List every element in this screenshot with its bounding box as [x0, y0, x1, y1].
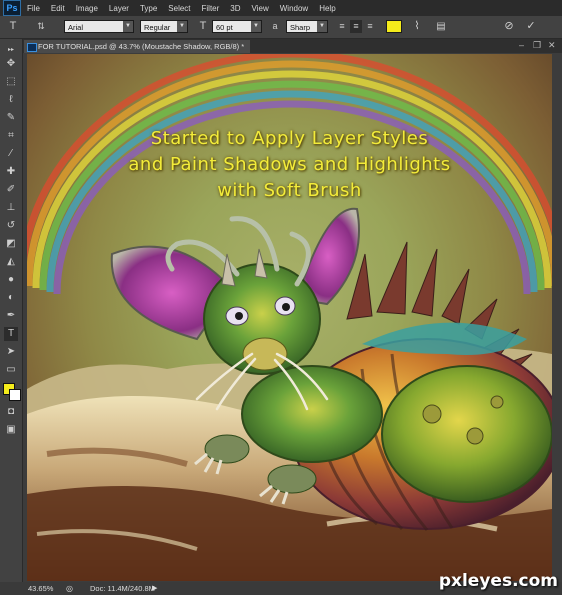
paint-bucket-tool-icon[interactable]: ◭	[4, 255, 18, 269]
document-canvas[interactable]: Started to Apply Layer Styles and Paint …	[27, 54, 552, 581]
options-bar: T ⇅ Arial ▼ Regular ▼ T 60 pt ▼ a Sharp ▼ ≡ …	[0, 16, 562, 39]
cancel-icon[interactable]: ⊘	[502, 20, 516, 33]
anti-alias-icon: a	[272, 21, 278, 31]
psd-file-icon	[27, 43, 37, 52]
menu-bar: Ps File Edit Image Layer Type Select Fil…	[0, 0, 562, 16]
commit-check-icon[interactable]: ✓	[524, 20, 538, 33]
status-info-icon: ◎	[66, 584, 73, 593]
canvas-text-line-1: Started to Apply Layer Styles	[150, 128, 429, 149]
photoshop-logo: Ps	[3, 0, 21, 16]
warp-text-icon[interactable]: ⌇	[410, 20, 424, 33]
panel-collapse-icon[interactable]: ▸▸	[4, 43, 18, 57]
chevron-down-icon: ▼	[177, 21, 187, 32]
font-size-icon: T	[199, 20, 207, 32]
zoom-level[interactable]: 43.65%	[28, 582, 53, 595]
blur-tool-icon[interactable]: ●	[4, 273, 18, 287]
menu-filter[interactable]: Filter	[202, 4, 220, 13]
minimize-icon[interactable]: –	[519, 40, 524, 50]
menu-select[interactable]: Select	[168, 4, 190, 13]
align-right-icon[interactable]: ≡	[364, 20, 376, 33]
menu-type[interactable]: Type	[140, 4, 157, 13]
dodge-tool-icon[interactable]: ◐	[4, 291, 18, 305]
pen-tool-icon[interactable]: ✒	[4, 309, 18, 323]
status-menu-arrow-icon[interactable]: ▶	[152, 582, 157, 595]
canvas-text-layer[interactable]: Started to Apply Layer Styles and Paint …	[27, 126, 552, 204]
type-tool-icon[interactable]: T	[4, 327, 18, 341]
menu-edit[interactable]: Edit	[51, 4, 65, 13]
tools-panel: ▸▸ ✥ ⬚ ℓ ✎ ⌗ ⁄ ✚ ✐ ⊥ ↺ ◩ ◭ ● ◐ ✒ T ➤ ▭ ✋…	[0, 39, 23, 582]
font-family-select[interactable]: Arial ▼	[64, 20, 134, 33]
document-tab-bar: FOR TUTORIAL.psd @ 43.7% (Moustache Shad…	[22, 39, 562, 53]
font-style-select[interactable]: Regular ▼	[140, 20, 188, 33]
lasso-tool-icon[interactable]: ℓ	[4, 93, 18, 107]
menu-image[interactable]: Image	[76, 4, 98, 13]
history-brush-tool-icon[interactable]: ↺	[4, 219, 18, 233]
font-size-select[interactable]: 60 pt ▼	[212, 20, 262, 33]
screen-mode-icon[interactable]: ▣	[4, 423, 18, 437]
text-color-swatch[interactable]	[386, 20, 402, 33]
clone-stamp-tool-icon[interactable]: ⊥	[4, 201, 18, 215]
brush-tool-icon[interactable]: ✐	[4, 183, 18, 197]
canvas-text-line-2: and Paint Shadows and Highlights	[128, 154, 451, 175]
shape-tool-icon[interactable]: ▭	[4, 363, 18, 377]
anti-alias-select[interactable]: Sharp ▼	[286, 20, 328, 33]
eraser-tool-icon[interactable]: ◩	[4, 237, 18, 251]
quick-mask-icon[interactable]: ◘	[4, 405, 18, 419]
restore-icon[interactable]: ❐	[533, 40, 541, 51]
menu-layer[interactable]: Layer	[109, 4, 129, 13]
align-left-icon[interactable]: ≡	[336, 20, 348, 33]
menu-3d[interactable]: 3D	[230, 4, 240, 13]
chevron-down-icon: ▼	[251, 21, 261, 32]
background-color-swatch[interactable]	[9, 389, 21, 401]
align-center-icon[interactable]: ≡	[350, 20, 362, 33]
chevron-down-icon: ▼	[317, 21, 327, 32]
eyedropper-tool-icon[interactable]: ⁄	[4, 147, 18, 161]
document-size: Doc: 11.4M/240.8M	[90, 584, 155, 593]
menu-window[interactable]: Window	[280, 4, 308, 13]
orientation-toggle-icon[interactable]: ⇅	[34, 20, 48, 33]
document-tab[interactable]: FOR TUTORIAL.psd @ 43.7% (Moustache Shad…	[24, 40, 251, 53]
crop-tool-icon[interactable]: ⌗	[4, 129, 18, 143]
chevron-down-icon: ▼	[123, 21, 133, 32]
watermark: pxleyes.com	[438, 571, 558, 591]
healing-brush-tool-icon[interactable]: ✚	[4, 165, 18, 179]
document-tab-title: FOR TUTORIAL.psd @ 43.7% (Moustache Shad…	[38, 42, 245, 51]
path-select-tool-icon[interactable]: ➤	[4, 345, 18, 359]
menu-view[interactable]: View	[252, 4, 269, 13]
quick-select-tool-icon[interactable]: ✎	[4, 111, 18, 125]
canvas-text-line-3: with Soft Brush	[217, 180, 362, 201]
type-tool-icon[interactable]: T	[6, 20, 20, 33]
menu-file[interactable]: File	[27, 4, 40, 13]
marquee-tool-icon[interactable]: ⬚	[4, 75, 18, 89]
move-tool-icon[interactable]: ✥	[4, 57, 18, 71]
close-icon[interactable]: ✕	[548, 40, 556, 51]
character-panel-icon[interactable]: ▤	[434, 20, 448, 33]
menu-help[interactable]: Help	[319, 4, 335, 13]
